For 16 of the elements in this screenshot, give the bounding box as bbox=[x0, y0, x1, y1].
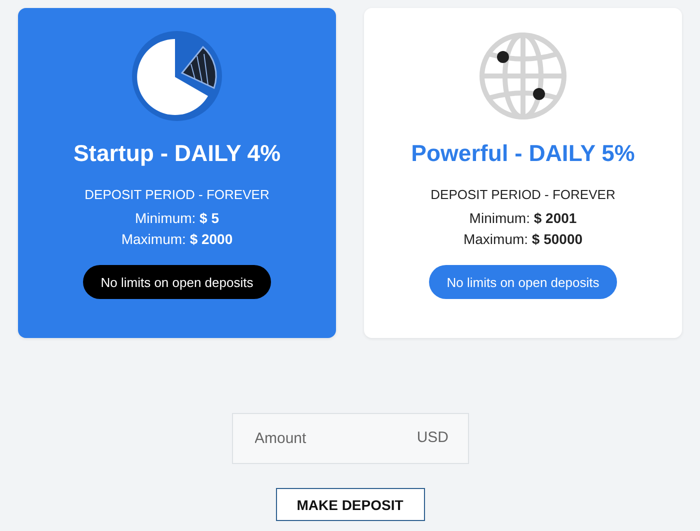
maximum-amount: Maximum: $ 50000 bbox=[463, 231, 583, 247]
minimum-amount: Minimum: $ 5 bbox=[134, 210, 220, 226]
minimum-amount: Minimum: $ 2001 bbox=[469, 210, 577, 226]
plan-title: Powerful - DAILY 5% bbox=[411, 140, 635, 167]
limits-button[interactable]: No limits on open deposits bbox=[428, 265, 618, 299]
maximum-amount: Maximum: $ 2000 bbox=[121, 231, 233, 247]
make-deposit-button[interactable]: MAKE DEPOSIT bbox=[276, 488, 424, 521]
plan-card[interactable]: Startup - DAILY 4% DEPOSIT PERIOD - FOREVER Minimum: $ 5 Maximum: $ 2000 No limits on open deposits bbox=[18, 8, 336, 338]
pie-chart-icon bbox=[131, 30, 223, 122]
plan-title: Startup - DAILY 4% bbox=[73, 140, 281, 167]
deposit-period: DEPOSIT PERIOD - FOREVER bbox=[430, 187, 616, 202]
currency-label: USD bbox=[416, 429, 448, 446]
globe-icon bbox=[477, 30, 569, 122]
plan-card[interactable]: Powerful - DAILY 5% DEPOSIT PERIOD - FOREVER Minimum: $ 2001 Maximum: $ 50000 No limits on open deposits bbox=[364, 8, 682, 338]
limits-button[interactable]: No limits on open deposits bbox=[82, 265, 272, 299]
deposit-period: DEPOSIT PERIOD - FOREVER bbox=[84, 187, 270, 202]
